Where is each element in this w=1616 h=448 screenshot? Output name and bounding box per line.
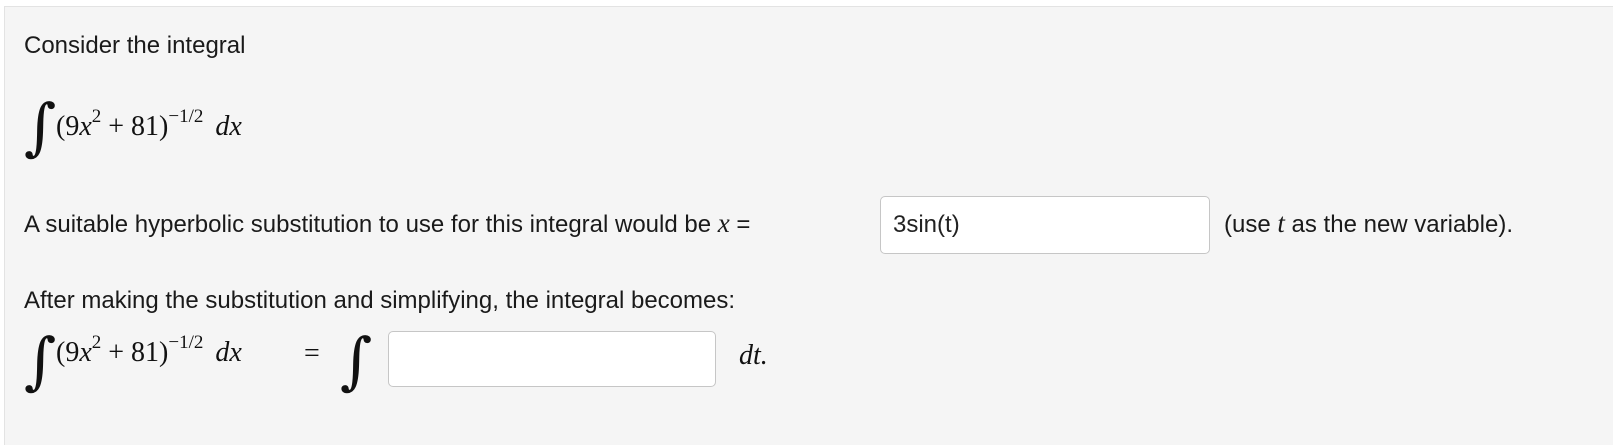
outer-exponent-2: −1/2 xyxy=(168,331,204,353)
integral-sign: ∫ xyxy=(24,90,57,163)
hint-var: t xyxy=(1277,208,1285,238)
equals-sign: = xyxy=(304,338,320,369)
plus-constant-2: + 81) xyxy=(101,337,169,368)
hint-close: as the new variable). xyxy=(1284,211,1513,238)
substitution-var: x xyxy=(717,208,730,238)
base-open-2: (9 xyxy=(56,337,80,368)
substitution-prompt-text: A suitable hyperbolic substitution to us… xyxy=(24,211,718,238)
simplified-integral-prompt: After making the substitution and simpli… xyxy=(24,287,736,314)
var-x-2: x xyxy=(79,337,92,368)
var-x: x xyxy=(79,111,92,142)
dx-label-2: dx xyxy=(215,337,242,368)
plus-constant: + 81) xyxy=(101,111,169,142)
dx-label: dx xyxy=(215,111,242,142)
integral-sign-3: ∫ xyxy=(340,324,373,397)
outer-exponent: −1/2 xyxy=(168,105,204,127)
hint-open: (use xyxy=(1224,211,1278,238)
integral-expression-2: (9x2 + 81)−1/2 dx xyxy=(56,333,242,369)
integral-sign-2: ∫ xyxy=(24,324,57,397)
dt-label: dt. xyxy=(739,340,768,371)
integrand-answer-input[interactable] xyxy=(388,331,716,387)
intro-text: Consider the integral xyxy=(24,32,246,59)
substitution-equals: = xyxy=(729,211,751,238)
substitution-answer-input[interactable]: 3sin(t) xyxy=(880,196,1210,254)
square-exponent: 2 xyxy=(91,105,102,127)
base-open: (9 xyxy=(56,111,80,142)
substitution-prompt: A suitable hyperbolic substitution to us… xyxy=(24,209,750,239)
square-exponent-2: 2 xyxy=(91,331,102,353)
integral-expression: (9x2 + 81)−1/2 dx xyxy=(56,107,242,143)
substitution-hint: (use t as the new variable). xyxy=(1224,209,1513,239)
